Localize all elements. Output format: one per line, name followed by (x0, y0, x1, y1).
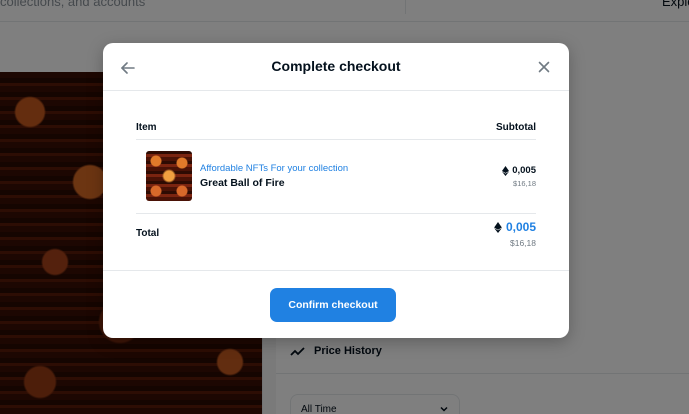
total-price-usd: $16,18 (510, 238, 536, 248)
item-price-usd: $16,18 (513, 179, 536, 188)
close-icon[interactable] (537, 60, 551, 74)
item-price-eth: 0,005 (512, 165, 536, 176)
modal-title: Complete checkout (271, 58, 401, 74)
ethereum-icon (494, 221, 502, 233)
item-thumbnail (146, 151, 192, 201)
row-divider (136, 213, 536, 214)
collection-link[interactable]: Affordable NFTs For your collection (200, 163, 348, 174)
item-name: Great Ball of Fire (200, 177, 285, 189)
modal-header: Complete checkout (103, 43, 569, 91)
table-divider (136, 139, 536, 140)
column-header-subtotal: Subtotal (496, 122, 536, 133)
checkout-modal: Complete checkout Item Subtotal Affordab… (103, 43, 569, 338)
total-label: Total (136, 228, 160, 239)
total-price: 0,005 (494, 220, 536, 234)
total-price-eth: 0,005 (505, 220, 536, 234)
footer-divider (103, 270, 569, 271)
ethereum-icon (502, 165, 510, 176)
confirm-checkout-button[interactable]: Confirm checkout (270, 288, 396, 322)
item-price: 0,005 (502, 165, 536, 176)
column-header-item: Item (136, 122, 157, 133)
